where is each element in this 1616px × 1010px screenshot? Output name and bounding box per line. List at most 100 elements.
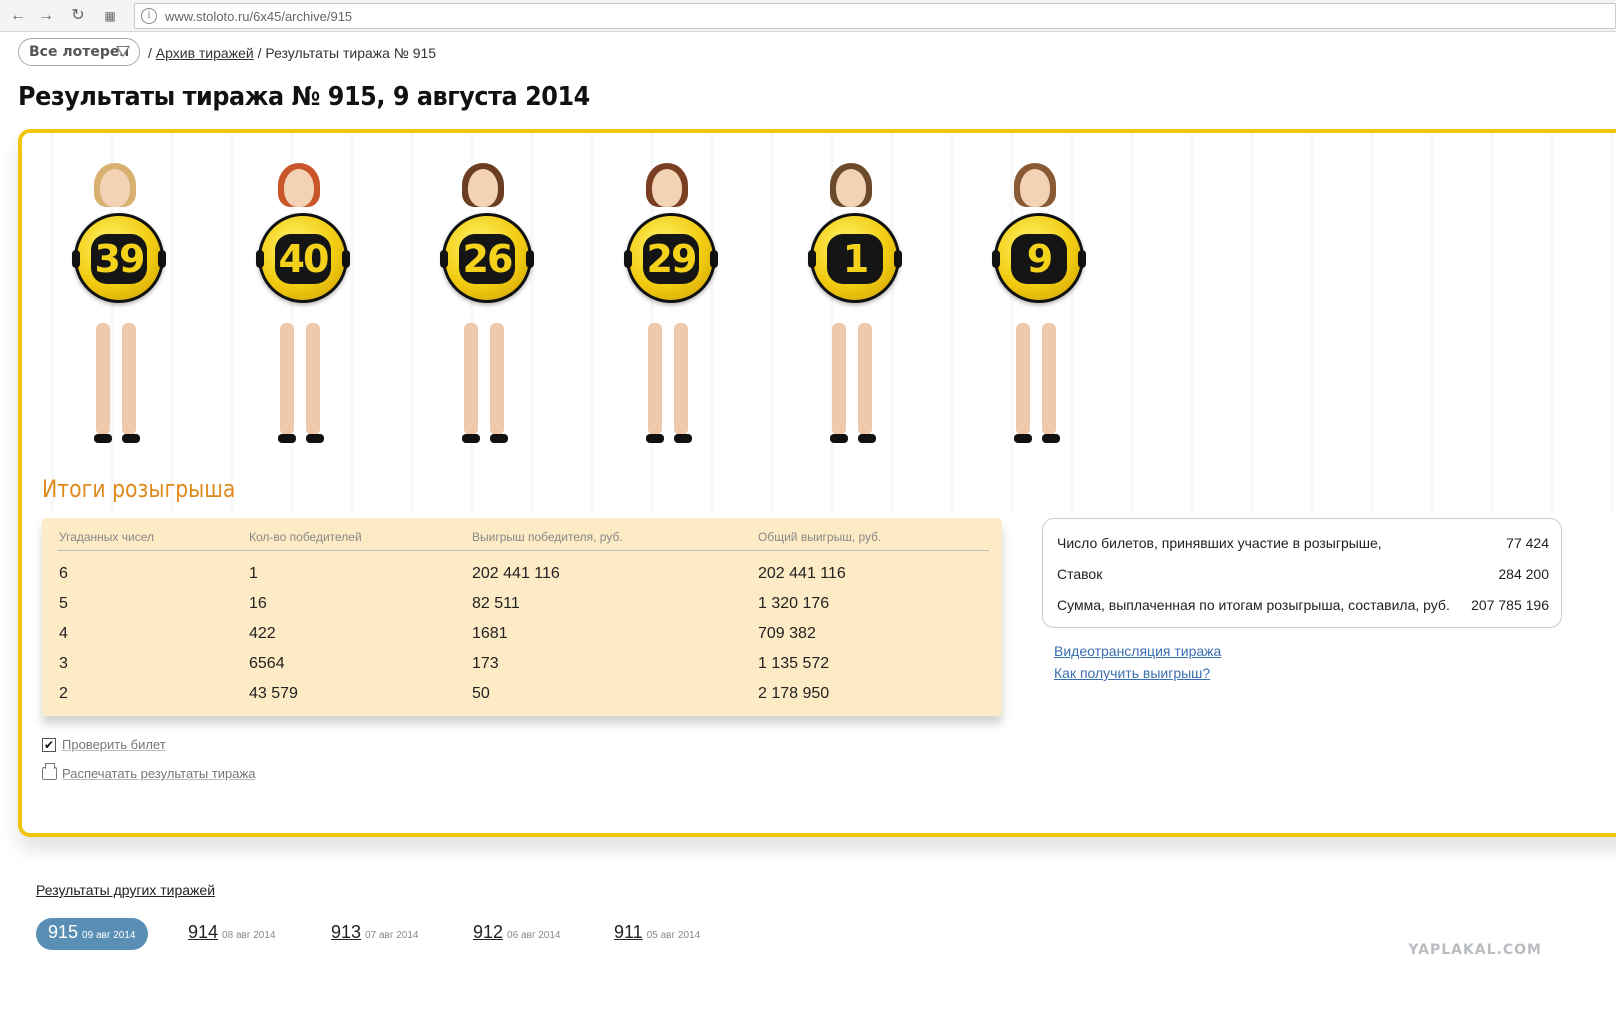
stat-label: Ставок	[1057, 566, 1103, 582]
draw-number[interactable]: 912	[473, 922, 503, 942]
draw-date: 07 авг 2014	[365, 930, 419, 941]
stat-label: Сумма, выплаченная по итогам розыгрыша, …	[1057, 597, 1450, 613]
ball-figure: 40	[236, 163, 366, 453]
cell: 202 441 116	[472, 564, 560, 582]
draw-link[interactable]: 913 07 авг 2014	[331, 922, 419, 954]
video-link[interactable]: Видеотрансляция тиража	[1054, 643, 1221, 659]
cell: 5	[59, 594, 68, 612]
draw-number[interactable]: 911	[614, 922, 643, 942]
draw-link[interactable]: 914 08 авг 2014	[188, 922, 276, 954]
browser-toolbar: ← → ↻ ▦ i www.stoloto.ru/6x45/archive/91…	[0, 0, 1616, 32]
ball-number: 9	[1011, 234, 1067, 284]
archive-link[interactable]: Архив тиражей	[156, 45, 254, 61]
stat-value: 77 424	[1506, 535, 1549, 551]
other-draws-title[interactable]: Результаты других тиражей	[36, 882, 215, 898]
table-header-row: Угаданных чисел Кол-во победителей Выигр…	[57, 530, 989, 551]
figure-head	[836, 169, 866, 207]
draw-results-card: 39 40 26 29 1 9 Итоги розыгрыша Угаданных чис…	[18, 129, 1616, 837]
cell: 3	[59, 654, 68, 672]
ball-figure: 29	[604, 163, 734, 453]
cell: 1	[249, 564, 258, 582]
stat-value: 207 785 196	[1471, 597, 1549, 613]
col-header: Выигрыш победителя, руб.	[470, 530, 756, 551]
figure-head	[100, 169, 130, 207]
draw-link[interactable]: 912 06 авг 2014	[473, 922, 561, 954]
cell: 422	[249, 624, 276, 642]
forward-icon[interactable]: →	[36, 6, 56, 26]
reload-icon[interactable]: ↻	[68, 6, 88, 26]
breadcrumb-separator: /	[257, 45, 262, 61]
table-row: 2 43 579 50 2 178 950	[57, 679, 989, 709]
ball-number: 29	[643, 234, 699, 284]
results-title: Итоги розыгрыша	[42, 475, 236, 503]
cell: 4	[59, 624, 68, 642]
figure-legs	[460, 323, 510, 443]
lottery-ball: 39	[72, 213, 166, 303]
col-header: Общий выигрыш, руб.	[756, 530, 989, 551]
draw-number[interactable]: 913	[331, 922, 361, 942]
print-results-link[interactable]: Распечатать результаты тиража	[62, 766, 255, 781]
page-info-icon[interactable]: i	[141, 8, 157, 24]
ball-figure: 9	[972, 163, 1102, 453]
cell: 1 135 572	[758, 654, 830, 672]
col-header: Угаданных чисел	[57, 530, 247, 551]
cell: 2	[59, 684, 68, 702]
apps-grid-icon[interactable]: ▦	[100, 6, 120, 26]
ball-figure: 26	[420, 163, 550, 453]
ball-number: 26	[459, 234, 515, 284]
draw-date: 06 авг 2014	[507, 930, 561, 941]
all-lotteries-dropdown[interactable]: Все лотереи	[18, 38, 140, 66]
ball-figure: 1	[788, 163, 918, 453]
all-lotteries-label: Все лотереи	[29, 44, 130, 60]
results-table: Угаданных чисел Кол-во победителей Выигр…	[42, 518, 1002, 716]
breadcrumb-separator: /	[148, 45, 152, 61]
figure-head	[468, 169, 498, 207]
cell: 202 441 116	[758, 564, 846, 582]
figure-legs	[92, 323, 142, 443]
cell: 6564	[249, 654, 285, 672]
draw-number[interactable]: 915	[48, 922, 78, 942]
stat-label: Число билетов, принявших участие в розыг…	[1057, 535, 1382, 551]
table-row: 4 422 1681 709 382	[57, 619, 989, 649]
stat-value: 284 200	[1498, 566, 1549, 582]
cell: 173	[472, 654, 499, 672]
address-bar[interactable]: i www.stoloto.ru/6x45/archive/915	[134, 3, 1616, 29]
cell: 16	[249, 594, 267, 612]
breadcrumb-current: Результаты тиража № 915	[265, 45, 437, 61]
watermark: YAPLAKAL.COM	[1408, 942, 1542, 958]
cell: 709 382	[758, 624, 816, 642]
figure-head	[284, 169, 314, 207]
cell: 43 579	[249, 684, 298, 702]
figure-legs	[828, 323, 878, 443]
table-row: 5 16 82 511 1 320 176	[57, 589, 989, 619]
table-row: 6 1 202 441 116 202 441 116	[57, 559, 989, 589]
check-ticket-link[interactable]: Проверить билет	[62, 737, 166, 752]
back-icon[interactable]: ←	[8, 6, 28, 26]
draw-stats-box: Число билетов, принявших участие в розыг…	[1042, 518, 1562, 628]
lottery-ball: 1	[808, 213, 902, 303]
draw-link[interactable]: 915 09 авг 2014	[36, 918, 148, 950]
cell: 2 178 950	[758, 684, 830, 702]
lottery-ball: 26	[440, 213, 534, 303]
printer-icon	[42, 763, 57, 780]
breadcrumb: / Архив тиражей / Результаты тиража № 91…	[148, 45, 436, 61]
figure-legs	[1012, 323, 1062, 443]
stat-bets: Ставок 284 200	[1057, 566, 1549, 582]
cell: 50	[472, 684, 490, 702]
draw-link[interactable]: 911 05 авг 2014	[614, 922, 700, 954]
cell: 6	[59, 564, 68, 582]
cell: 82 511	[472, 594, 520, 612]
table-row: 3 6564 173 1 135 572	[57, 649, 989, 679]
stat-tickets: Число билетов, принявших участие в розыг…	[1057, 535, 1549, 551]
draw-date: 09 авг 2014	[82, 930, 136, 941]
url-text[interactable]: www.stoloto.ru/6x45/archive/915	[165, 9, 352, 24]
cell: 1681	[472, 624, 508, 642]
col-header: Кол-во победителей	[247, 530, 470, 551]
draw-number[interactable]: 914	[188, 922, 218, 942]
how-to-get-prize-link[interactable]: Как получить выигрыш?	[1054, 665, 1210, 681]
ball-number: 1	[827, 234, 883, 284]
dropdown-triangle-icon	[116, 46, 130, 57]
checkbox-icon[interactable]: ✔	[42, 738, 56, 752]
ball-figure: 39	[52, 163, 182, 453]
lottery-ball: 9	[992, 213, 1086, 303]
